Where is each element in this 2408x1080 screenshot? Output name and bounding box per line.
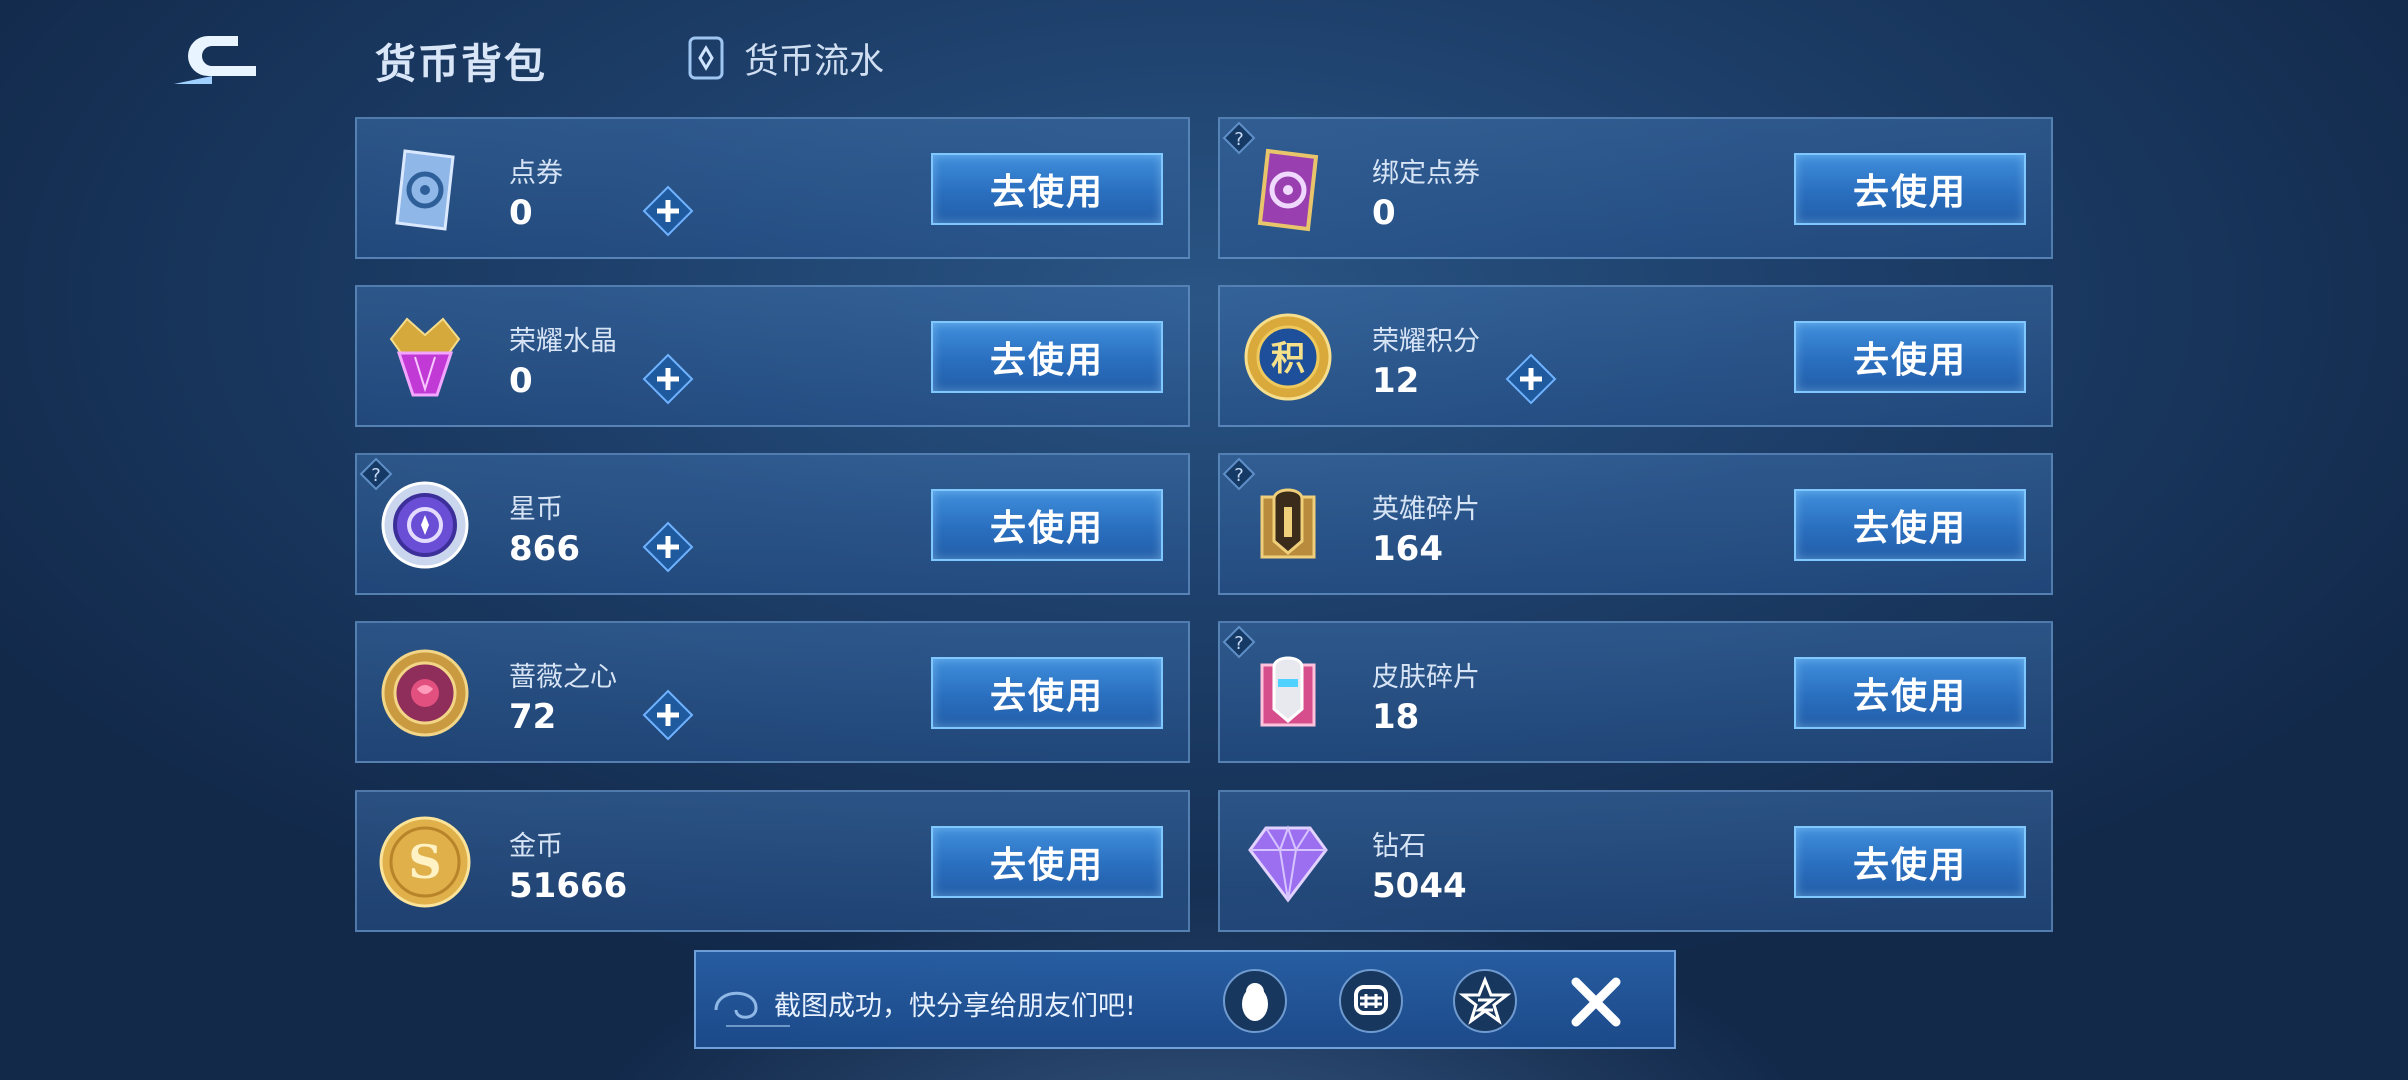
currency-card-coupon: 点券 0 去使用 xyxy=(355,117,1190,259)
close-icon[interactable] xyxy=(1566,972,1626,1032)
skin-fragment-icon xyxy=(1260,656,1316,727)
page-title: 货币背包 xyxy=(375,40,547,88)
plus-icon[interactable] xyxy=(642,689,694,741)
currency-name: 蔷薇之心 xyxy=(509,662,617,693)
use-button[interactable]: 去使用 xyxy=(931,321,1163,393)
qzone-star-icon[interactable] xyxy=(1452,968,1518,1034)
coupon-icon xyxy=(395,149,455,231)
currency-card-bound-coupon: ? 绑定点券 0 去使用 xyxy=(1218,117,2053,259)
currency-name: 点券 xyxy=(509,158,563,189)
rose-heart-icon xyxy=(381,649,469,737)
currency-name: 英雄碎片 xyxy=(1372,494,1480,525)
use-button[interactable]: 去使用 xyxy=(1794,657,2026,729)
currency-amount: 12 xyxy=(1372,361,1420,401)
currency-card-skin-fragment: ? 皮肤碎片 18 去使用 xyxy=(1218,621,2053,763)
currency-card-glory-crystal: 荣耀水晶 0 去使用 xyxy=(355,285,1190,427)
screenshot-share-toast: 截图成功，快分享给朋友们吧! xyxy=(694,950,1676,1049)
use-button[interactable]: 去使用 xyxy=(931,657,1163,729)
currency-card-diamond: 钻石 5044 去使用 xyxy=(1218,790,2053,932)
currency-name: 钻石 xyxy=(1372,831,1426,862)
svg-text:S: S xyxy=(408,835,441,889)
flow-tab-label: 货币流水 xyxy=(744,41,885,82)
use-button[interactable]: 去使用 xyxy=(931,153,1163,225)
gold-coin-icon: S xyxy=(379,816,471,908)
bound-coupon-icon xyxy=(1257,148,1319,232)
currency-name: 荣耀水晶 xyxy=(509,326,617,357)
currency-amount: 0 xyxy=(509,361,533,401)
back-button[interactable] xyxy=(168,28,272,90)
toast-message: 截图成功，快分享给朋友们吧! xyxy=(774,991,1136,1022)
use-button[interactable]: 去使用 xyxy=(1794,153,2026,225)
plus-icon[interactable] xyxy=(642,185,694,237)
hero-fragment-icon xyxy=(1260,488,1316,559)
currency-card-hero-fragment: ? 英雄碎片 164 去使用 xyxy=(1218,453,2053,595)
currency-amount: 164 xyxy=(1372,529,1443,569)
currency-name: 绑定点券 xyxy=(1372,158,1480,189)
use-button[interactable]: 去使用 xyxy=(931,489,1163,561)
plus-icon[interactable] xyxy=(642,521,694,573)
svg-text:积: 积 xyxy=(1271,339,1305,379)
qq-penguin-icon[interactable] xyxy=(1222,968,1288,1034)
currency-name: 星币 xyxy=(509,494,563,525)
currency-card-glory-points: 积 荣耀积分 12 去使用 xyxy=(1218,285,2053,427)
currency-grid: 点券 0 去使用 ? 绑定点券 0 去使用 荣耀水晶 0 去使用 积 荣耀积分 … xyxy=(355,117,2053,932)
wechat-icon[interactable] xyxy=(1338,968,1404,1034)
currency-amount: 18 xyxy=(1372,697,1420,737)
plus-icon[interactable] xyxy=(642,353,694,405)
use-button[interactable]: 去使用 xyxy=(931,826,1163,898)
glory-crystal-icon xyxy=(389,317,461,397)
use-button[interactable]: 去使用 xyxy=(1794,321,2026,393)
currency-amount: 5044 xyxy=(1372,866,1467,906)
diamond-icon xyxy=(1248,825,1328,903)
currency-card-gold-coin: S 金币 51666 去使用 xyxy=(355,790,1190,932)
currency-card-star-coin: ? 星币 866 去使用 xyxy=(355,453,1190,595)
currency-amount: 0 xyxy=(1372,193,1396,233)
use-button[interactable]: 去使用 xyxy=(1794,826,2026,898)
currency-amount: 0 xyxy=(509,193,533,233)
currency-card-rose-heart: 蔷薇之心 72 去使用 xyxy=(355,621,1190,763)
currency-name: 荣耀积分 xyxy=(1372,326,1480,357)
currency-amount: 72 xyxy=(509,697,557,737)
back-arrow-icon xyxy=(174,36,256,84)
currency-amount: 51666 xyxy=(509,866,628,906)
currency-name: 金币 xyxy=(509,831,563,862)
currency-name: 皮肤碎片 xyxy=(1372,662,1480,693)
use-button[interactable]: 去使用 xyxy=(1794,489,2026,561)
currency-amount: 866 xyxy=(509,529,580,569)
glory-points-icon: 积 xyxy=(1244,313,1332,401)
star-coin-icon xyxy=(381,481,469,569)
flow-card-icon xyxy=(688,36,724,80)
tab-currency-flow[interactable]: 货币流水 xyxy=(684,30,884,86)
plus-icon[interactable] xyxy=(1505,353,1557,405)
